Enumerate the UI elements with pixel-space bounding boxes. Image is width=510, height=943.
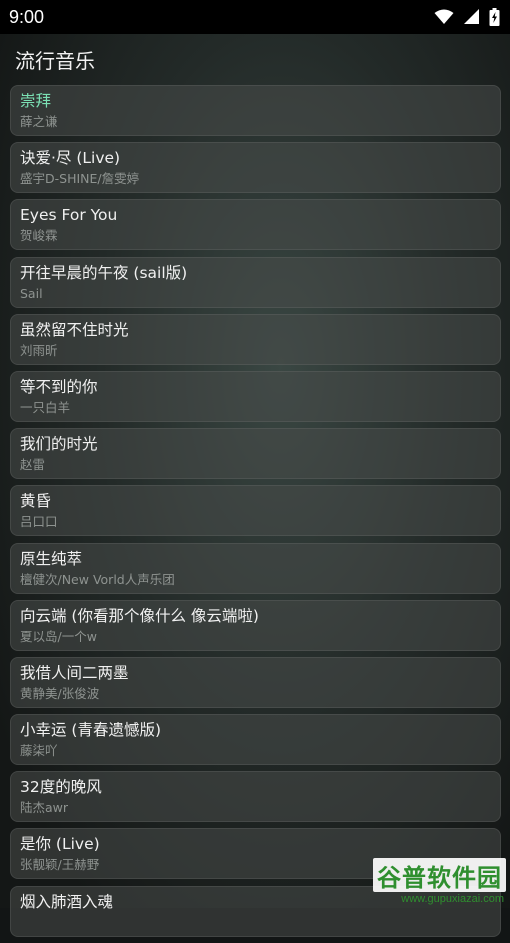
song-artist: 赵雷 xyxy=(20,457,46,473)
wifi-icon xyxy=(434,9,454,24)
song-artist: 夏以岛/一个w xyxy=(20,628,97,644)
system-icons xyxy=(434,8,500,26)
song-item[interactable]: 我借人间二两墨 黄静美/张俊波 xyxy=(10,656,501,708)
song-item[interactable]: 小幸运 (青春遗憾版) 藤柒吖 xyxy=(10,714,501,766)
song-item[interactable]: 32度的晚风 陆杰awr xyxy=(10,771,501,823)
song-artist: 贺峻霖 xyxy=(20,228,58,244)
song-title: 我借人间二两墨 xyxy=(20,663,129,682)
song-title: 我们的时光 xyxy=(20,435,98,454)
song-item[interactable]: 等不到的你 一只白羊 xyxy=(10,370,501,422)
song-artist: 檀健次/New Vorld人声乐团 xyxy=(20,571,175,587)
song-artist: 藤柒吖 xyxy=(20,743,58,759)
watermark-logo: 谷普软件园 xyxy=(373,858,506,892)
song-title: Eyes For You xyxy=(20,206,118,225)
song-artist: Sail xyxy=(20,285,43,301)
song-title: 虽然留不住时光 xyxy=(20,320,129,339)
battery-icon xyxy=(489,8,500,26)
song-title: 小幸运 (青春遗憾版) xyxy=(20,721,162,740)
song-item[interactable]: 黄昏 吕口口 xyxy=(10,485,501,537)
song-title: 黄昏 xyxy=(20,492,52,511)
signal-icon xyxy=(464,9,479,24)
song-title: 原生纯萃 xyxy=(20,549,83,568)
page-title: 流行音乐 xyxy=(15,49,95,73)
song-artist: 刘雨昕 xyxy=(20,342,58,358)
watermark-text: 谷普软件园 xyxy=(377,864,502,892)
song-item[interactable]: 诀爱·尽 (Live) 盛宇D-SHINE/詹雯婷 xyxy=(10,142,501,194)
song-item[interactable]: 崇拜 薛之谦 xyxy=(10,85,501,136)
song-item[interactable]: Eyes For You 贺峻霖 xyxy=(10,199,501,251)
status-bar: 9:00 xyxy=(0,0,510,34)
song-title: 32度的晚风 xyxy=(20,778,102,797)
song-title: 开往早晨的午夜 (sail版) xyxy=(20,263,188,282)
status-time: 9:00 xyxy=(9,6,45,27)
song-title: 等不到的你 xyxy=(20,377,98,396)
song-title: 诀爱·尽 (Live) xyxy=(20,149,121,168)
song-artist: 一只白羊 xyxy=(20,399,71,415)
song-artist: 黄静美/张俊波 xyxy=(20,685,100,701)
song-item[interactable]: 开往早晨的午夜 (sail版) Sail xyxy=(10,256,501,308)
song-title: 是你 (Live) xyxy=(20,835,100,854)
song-item[interactable]: 原生纯萃檀健次/New Vorld人声乐团 xyxy=(10,542,501,594)
song-item[interactable]: 我们的时光 赵雷 xyxy=(10,428,501,480)
song-title: 崇拜 xyxy=(20,92,52,110)
watermark-url: www.gupuxiazai.com xyxy=(401,893,504,905)
song-item[interactable]: 虽然留不住时光 刘雨昕 xyxy=(10,313,501,365)
song-artist: 陆杰awr xyxy=(20,800,69,816)
song-artist: 薛之谦 xyxy=(20,114,58,129)
song-artist: 吕口口 xyxy=(20,514,58,530)
song-item[interactable]: 向云端 (你看那个像什么 像云端啦) 夏以岛/一个w xyxy=(10,599,501,651)
song-list[interactable]: 崇拜薛之谦诀爱·尽 (Live) 盛宇D-SHINE/詹雯婷 Eyes For Yo… xyxy=(10,85,501,943)
song-artist: 盛宇D-SHINE/詹雯婷 xyxy=(20,171,140,187)
song-title: 向云端 (你看那个像什么 像云端啦) xyxy=(20,606,259,625)
